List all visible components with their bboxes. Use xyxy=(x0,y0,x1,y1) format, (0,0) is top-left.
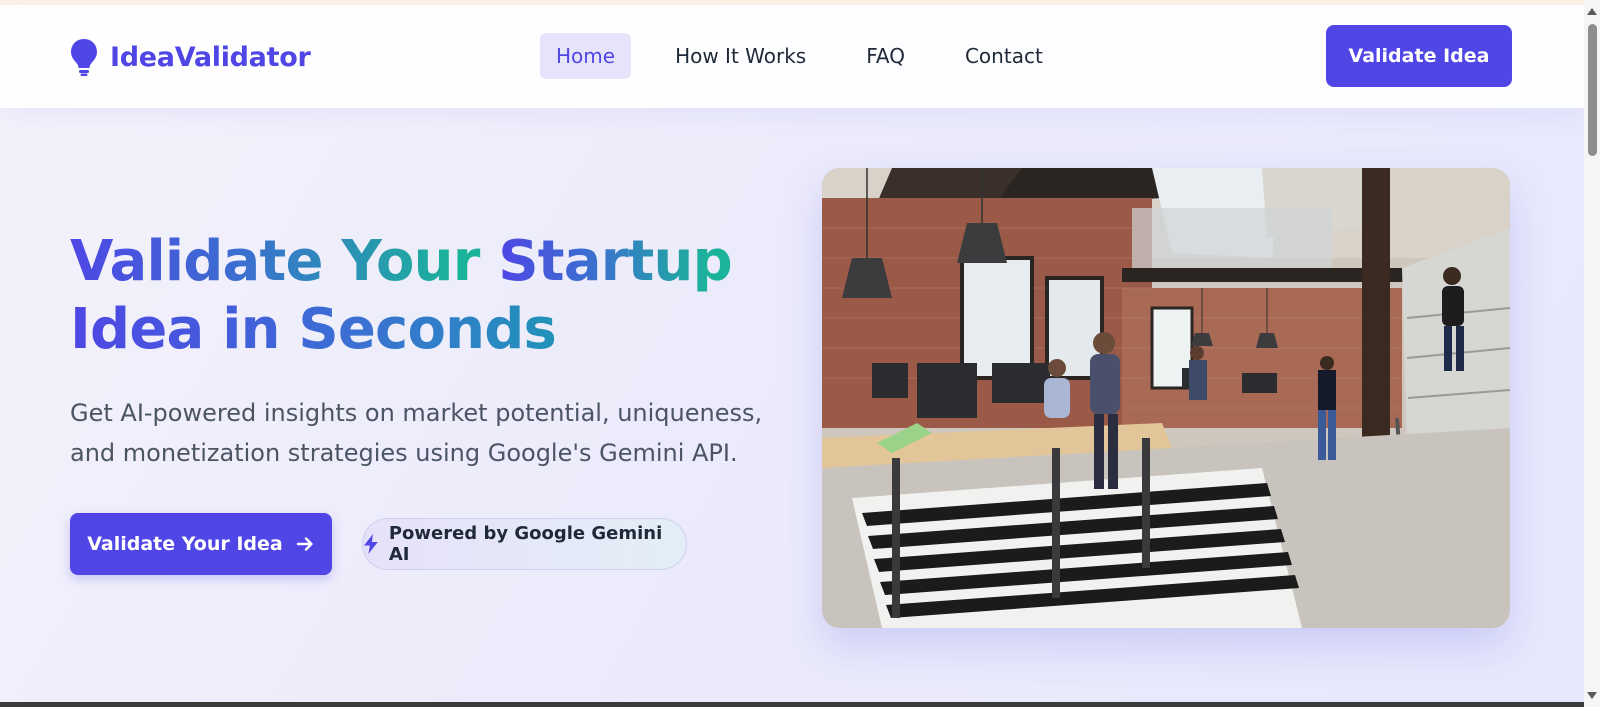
hero-title-part1: Validate Your xyxy=(70,229,499,294)
scroll-up-icon[interactable] xyxy=(1587,8,1597,15)
vertical-scrollbar[interactable] xyxy=(1584,0,1600,707)
hero-title: Validate Your Startup Idea in Seconds xyxy=(70,228,770,364)
bottom-strip xyxy=(0,702,1584,707)
gemini-badge: Powered by Google Gemini AI xyxy=(362,518,687,570)
hero-title-part2: Startup xyxy=(498,229,732,294)
gemini-badge-label: Powered by Google Gemini AI xyxy=(388,523,663,565)
office-workspace-photo xyxy=(822,168,1510,628)
validate-your-idea-button[interactable]: Validate Your Idea xyxy=(70,513,332,575)
arrow-right-icon xyxy=(296,537,313,551)
bolt-icon xyxy=(363,534,378,554)
scroll-down-icon[interactable] xyxy=(1587,692,1597,699)
nav-link-how-it-works[interactable]: How It Works xyxy=(659,33,822,79)
nav-link-faq[interactable]: FAQ xyxy=(850,33,921,79)
hero-subtitle: Get AI-powered insights on market potent… xyxy=(70,399,763,467)
scroll-thumb[interactable] xyxy=(1588,24,1597,156)
nav-link-contact[interactable]: Contact xyxy=(949,33,1059,79)
nav-links: Home How It Works FAQ Contact xyxy=(540,33,1087,79)
nav-link-home[interactable]: Home xyxy=(540,33,632,79)
validate-idea-button[interactable]: Validate Idea xyxy=(1326,25,1512,87)
brand-logo[interactable]: IdeaValidator xyxy=(70,38,311,76)
validate-your-idea-label: Validate Your Idea xyxy=(87,533,283,555)
brand-name: IdeaValidator xyxy=(110,41,311,73)
navbar: IdeaValidator Home How It Works FAQ Cont… xyxy=(0,5,1584,108)
lightbulb-icon xyxy=(71,39,97,76)
office-illustration xyxy=(822,168,1510,628)
hero-title-line2: Idea in Seconds xyxy=(70,297,557,362)
